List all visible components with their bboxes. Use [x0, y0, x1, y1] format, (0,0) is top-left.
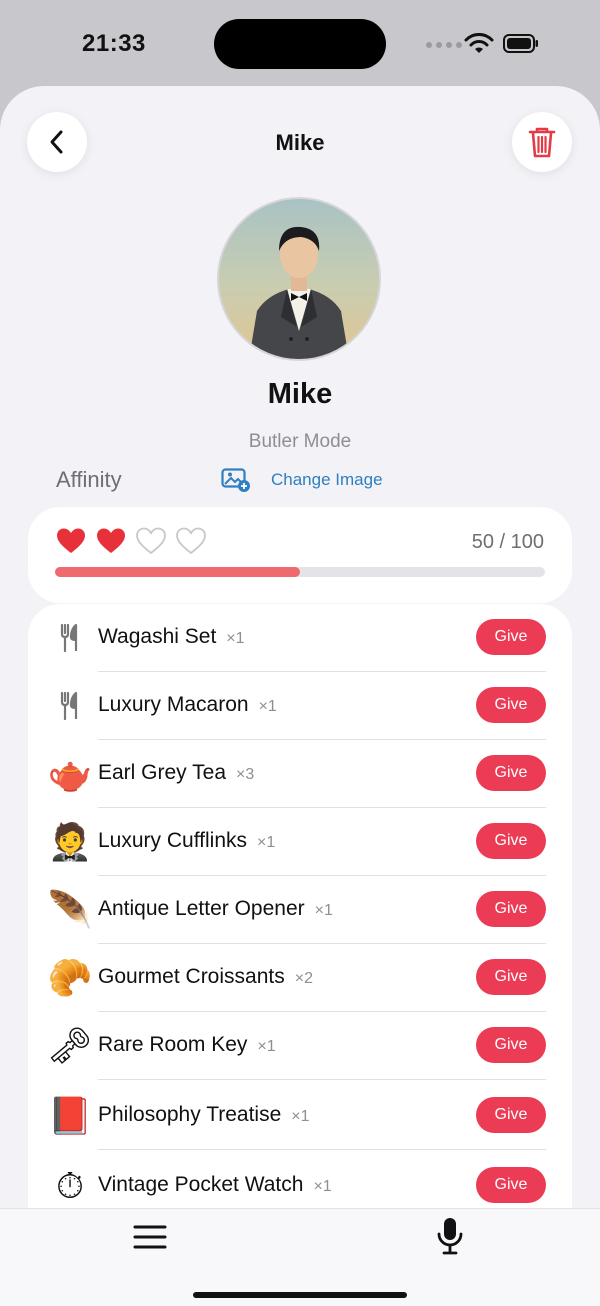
- gift-item-name: Antique Letter Opener ×1: [98, 897, 333, 921]
- gift-item-quantity: ×1: [291, 1108, 310, 1125]
- fork-knife-icon: [46, 614, 94, 662]
- battery-icon: [503, 34, 538, 53]
- gift-item: 🪶 Antique Letter Opener ×1 Give: [28, 876, 572, 944]
- gift-item-quantity: ×1: [257, 834, 276, 851]
- give-button[interactable]: Give: [476, 619, 546, 655]
- cellular-signal-icon: [426, 42, 462, 48]
- gift-item-label: Philosophy Treatise: [98, 1103, 282, 1126]
- change-image-label: Change Image: [271, 470, 383, 489]
- gift-item-name: Wagashi Set ×1: [98, 625, 245, 649]
- change-image-button[interactable]: Change Image: [221, 468, 383, 492]
- status-time: 21:33: [82, 30, 146, 57]
- image-add-icon: [221, 468, 250, 492]
- hearts-row: [56, 527, 206, 555]
- gift-item-label: Vintage Pocket Watch: [98, 1173, 304, 1196]
- gift-item-label: Gourmet Croissants: [98, 965, 285, 988]
- teapot-icon: 🫖: [47, 753, 93, 794]
- gift-item-quantity: ×1: [226, 630, 245, 647]
- gift-item-name: Earl Grey Tea ×3: [98, 761, 254, 785]
- status-bar: 21:33: [0, 0, 600, 88]
- gift-item-name: Gourmet Croissants ×2: [98, 965, 313, 989]
- heart-empty-icon: [176, 527, 206, 555]
- trash-icon: [528, 127, 556, 158]
- gift-item: 🗝 Rare Room Key ×1 Give: [28, 1012, 572, 1080]
- wifi-icon: [464, 33, 494, 53]
- gift-item-name: Luxury Cufflinks ×1: [98, 829, 275, 853]
- give-button[interactable]: Give: [476, 1167, 546, 1203]
- dynamic-island: [214, 19, 386, 69]
- microphone-icon[interactable]: [437, 1217, 463, 1255]
- gift-item-quantity: ×2: [294, 970, 313, 987]
- home-indicator: [193, 1292, 407, 1298]
- heart-filled-icon: [97, 528, 125, 553]
- nav-title: Mike: [275, 130, 325, 155]
- avatar[interactable]: [217, 197, 381, 361]
- profile-mode: Butler Mode: [248, 431, 352, 452]
- heart-filled-icon: [57, 528, 85, 553]
- give-button[interactable]: Give: [476, 687, 546, 723]
- gift-item-quantity: ×1: [257, 1038, 276, 1055]
- gift-item-quantity: ×1: [314, 902, 333, 919]
- affinity-progress-fill: [55, 567, 300, 577]
- character-sheet: Mike Mike Butler Mode Affinity Change Im…: [0, 86, 600, 1305]
- gift-item-quantity: ×3: [236, 766, 255, 783]
- delete-button[interactable]: [512, 112, 572, 172]
- gift-item: Wagashi Set ×1 Give: [28, 604, 572, 672]
- quill-icon: 🪶: [47, 889, 93, 930]
- gift-item-name: Rare Room Key ×1: [98, 1033, 276, 1057]
- gift-item-label: Luxury Cufflinks: [98, 829, 248, 852]
- gift-item: 🤵 Luxury Cufflinks ×1 Give: [28, 808, 572, 876]
- key-icon: 🗝: [47, 1025, 93, 1066]
- gift-item-label: Earl Grey Tea: [98, 761, 226, 784]
- gift-item-quantity: ×1: [258, 698, 277, 715]
- tuxedo-icon: 🤵: [47, 821, 93, 862]
- menu-icon[interactable]: [133, 1223, 167, 1251]
- gift-item-label: Wagashi Set: [98, 625, 217, 648]
- gift-list: Wagashi Set ×1 Give Luxury Macaron ×1 Give 🫖 Ea…: [28, 604, 572, 1305]
- avatar-photo: [249, 226, 349, 359]
- gift-item-quantity: ×1: [313, 1178, 332, 1195]
- gift-item-label: Antique Letter Opener: [98, 897, 305, 920]
- give-button[interactable]: Give: [476, 755, 546, 791]
- fork-knife-icon: [46, 682, 94, 730]
- give-button[interactable]: Give: [476, 959, 546, 995]
- book-icon: 📕: [47, 1095, 93, 1136]
- affinity-progress-bar: [55, 567, 545, 577]
- gift-item: 🥐 Gourmet Croissants ×2 Give: [28, 944, 572, 1012]
- divider: [98, 1079, 546, 1080]
- heart-empty-icon: [136, 527, 166, 555]
- gift-item-label: Rare Room Key: [98, 1033, 248, 1056]
- profile-name: Mike: [267, 378, 333, 410]
- gift-item-name: Philosophy Treatise ×1: [98, 1103, 310, 1127]
- gift-item-label: Luxury Macaron: [98, 693, 249, 716]
- croissant-icon: 🥐: [47, 957, 93, 998]
- gift-item-name: Luxury Macaron ×1: [98, 693, 277, 717]
- give-button[interactable]: Give: [476, 1027, 546, 1063]
- gift-item: Luxury Macaron ×1 Give: [28, 672, 572, 740]
- pocket-watch-icon: ⏱: [55, 1164, 85, 1206]
- affinity-label: Affinity: [56, 467, 122, 492]
- gift-item: 📕 Philosophy Treatise ×1 Give: [28, 1082, 572, 1150]
- divider: [98, 1149, 546, 1150]
- gift-item-name: Vintage Pocket Watch ×1: [98, 1173, 332, 1197]
- affinity-score: 50 / 100: [471, 531, 544, 553]
- give-button[interactable]: Give: [476, 1097, 546, 1133]
- give-button[interactable]: Give: [476, 823, 546, 859]
- give-button[interactable]: Give: [476, 891, 546, 927]
- affinity-card: 50 / 100: [28, 507, 572, 603]
- gift-item: 🫖 Earl Grey Tea ×3 Give: [28, 740, 572, 808]
